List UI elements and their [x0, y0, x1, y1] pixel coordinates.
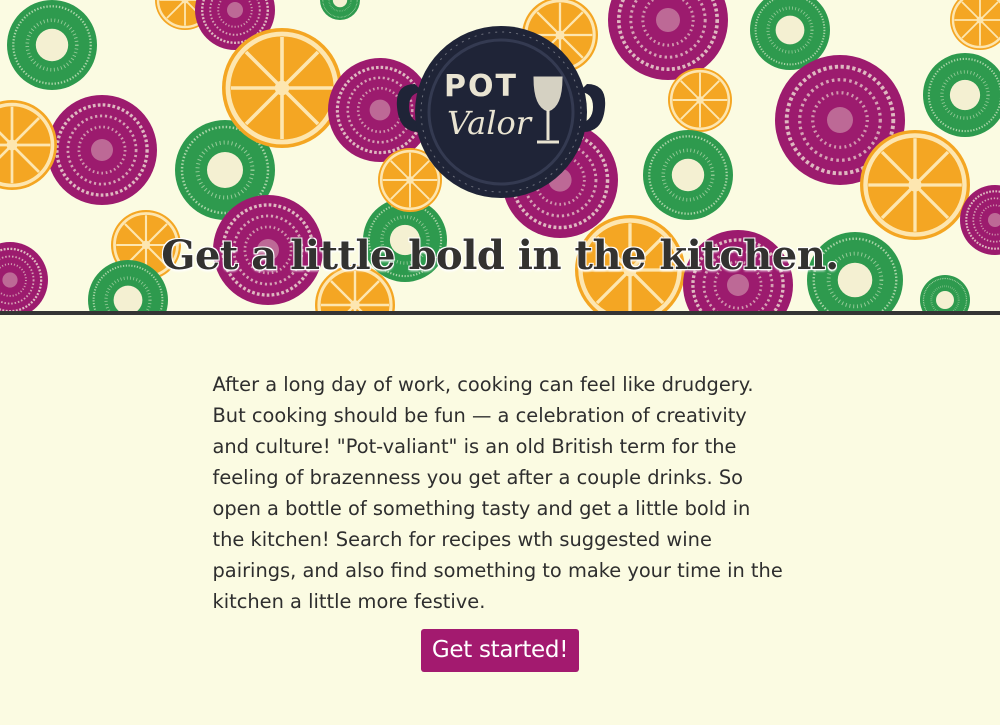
get-started-button[interactable]: Get started!	[420, 629, 580, 672]
logo-text-pot: POT	[444, 69, 518, 104]
main-content: After a long day of work, cooking can fe…	[213, 315, 788, 672]
cta-container: Get started!	[213, 629, 788, 672]
pot-valor-logo[interactable]: POT Valor	[395, 22, 607, 202]
hero-headline: Get a little bold in the kitchen.	[161, 232, 839, 279]
intro-paragraph: After a long day of work, cooking can fe…	[212, 373, 783, 613]
logo-text-valor: Valor	[447, 104, 533, 142]
hero-banner: POT Valor Get a little bold in the kitch…	[0, 0, 1000, 315]
